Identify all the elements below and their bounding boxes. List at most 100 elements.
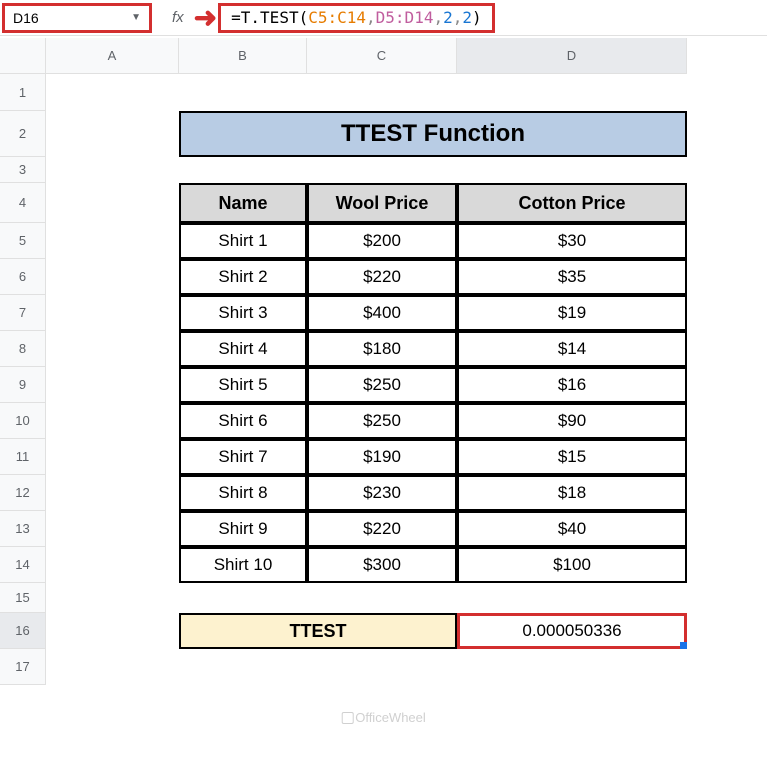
cell-wool[interactable]: $180 — [307, 331, 457, 367]
cell[interactable] — [307, 74, 457, 111]
row-header-3[interactable]: 3 — [0, 157, 46, 183]
cell[interactable] — [307, 583, 457, 613]
cell[interactable] — [46, 649, 179, 685]
row-header-13[interactable]: 13 — [0, 511, 46, 547]
header-name[interactable]: Name — [179, 183, 307, 223]
cell-wool[interactable]: $220 — [307, 511, 457, 547]
row-header-9[interactable]: 9 — [0, 367, 46, 403]
cell[interactable] — [179, 583, 307, 613]
cell[interactable] — [46, 183, 179, 223]
row-header-11[interactable]: 11 — [0, 439, 46, 475]
row-header-17[interactable]: 17 — [0, 649, 46, 685]
cell-wool[interactable]: $250 — [307, 403, 457, 439]
cell[interactable] — [179, 649, 307, 685]
cell-cotton[interactable]: $14 — [457, 331, 687, 367]
cell-cotton[interactable]: $15 — [457, 439, 687, 475]
watermark-text: OfficeWheel — [355, 710, 426, 725]
row-header-2[interactable]: 2 — [0, 111, 46, 157]
cell-name[interactable]: Shirt 2 — [179, 259, 307, 295]
cell-cotton[interactable]: $100 — [457, 547, 687, 583]
cell[interactable] — [46, 439, 179, 475]
row-header-5[interactable]: 5 — [0, 223, 46, 259]
cell[interactable] — [307, 649, 457, 685]
row-header-16[interactable]: 16 — [0, 613, 46, 649]
cell[interactable] — [179, 74, 307, 111]
col-header-A[interactable]: A — [46, 38, 179, 74]
cell-name[interactable]: Shirt 10 — [179, 547, 307, 583]
title-cell[interactable]: TTEST Function — [179, 111, 687, 157]
ttest-label-cell[interactable]: TTEST — [179, 613, 457, 649]
cell[interactable] — [46, 223, 179, 259]
cell[interactable] — [457, 649, 687, 685]
row-header-4[interactable]: 4 — [0, 183, 46, 223]
row-header-14[interactable]: 14 — [0, 547, 46, 583]
formula-text: =T.TEST(C5:C14,D5:D14,2,2) — [231, 8, 482, 27]
cell-cotton[interactable]: $35 — [457, 259, 687, 295]
col-header-C[interactable]: C — [307, 38, 457, 74]
cell[interactable] — [46, 583, 179, 613]
cell-cotton[interactable]: $90 — [457, 403, 687, 439]
cell-cotton[interactable]: $18 — [457, 475, 687, 511]
cell-cotton[interactable]: $30 — [457, 223, 687, 259]
cell-wool[interactable]: $300 — [307, 547, 457, 583]
cell[interactable] — [46, 331, 179, 367]
cell-cotton[interactable]: $16 — [457, 367, 687, 403]
cell-wool[interactable]: $230 — [307, 475, 457, 511]
table-row: Shirt 6 $250 $90 — [46, 403, 687, 439]
cell[interactable] — [46, 157, 179, 183]
table-row: Shirt 1 $200 $30 — [46, 223, 687, 259]
name-box[interactable]: D16 ▼ — [2, 3, 152, 33]
row-header-12[interactable]: 12 — [0, 475, 46, 511]
col-header-B[interactable]: B — [179, 38, 307, 74]
cell-name[interactable]: Shirt 4 — [179, 331, 307, 367]
row-header-10[interactable]: 10 — [0, 403, 46, 439]
cell-wool[interactable]: $190 — [307, 439, 457, 475]
row-headers: 1 2 3 4 5 6 7 8 9 10 11 12 13 14 15 16 1… — [0, 38, 46, 685]
cell[interactable] — [179, 157, 307, 183]
select-all-corner[interactable] — [0, 38, 46, 74]
cell[interactable] — [46, 403, 179, 439]
cell-name[interactable]: Shirt 7 — [179, 439, 307, 475]
cell[interactable] — [457, 583, 687, 613]
cell-wool[interactable]: $220 — [307, 259, 457, 295]
cell-name[interactable]: Shirt 6 — [179, 403, 307, 439]
col-header-D[interactable]: D — [457, 38, 687, 74]
cell[interactable] — [307, 157, 457, 183]
cell[interactable] — [46, 475, 179, 511]
cell[interactable] — [46, 511, 179, 547]
row-header-8[interactable]: 8 — [0, 331, 46, 367]
row-header-6[interactable]: 6 — [0, 259, 46, 295]
cell[interactable] — [457, 74, 687, 111]
table-row — [46, 74, 687, 111]
cell-cotton[interactable]: $19 — [457, 295, 687, 331]
cell[interactable] — [46, 295, 179, 331]
formula-input[interactable]: =T.TEST(C5:C14,D5:D14,2,2) — [218, 3, 495, 33]
cell[interactable] — [46, 111, 179, 157]
cell[interactable] — [46, 613, 179, 649]
cell-wool[interactable]: $400 — [307, 295, 457, 331]
cell-name[interactable]: Shirt 9 — [179, 511, 307, 547]
row-header-15[interactable]: 15 — [0, 583, 46, 613]
cell-wool[interactable]: $200 — [307, 223, 457, 259]
header-cotton[interactable]: Cotton Price — [457, 183, 687, 223]
header-wool[interactable]: Wool Price — [307, 183, 457, 223]
fx-icon: fx — [172, 9, 184, 26]
cell[interactable] — [46, 367, 179, 403]
cell-cotton[interactable]: $40 — [457, 511, 687, 547]
table-row: Shirt 10 $300 $100 — [46, 547, 687, 583]
row-header-7[interactable]: 7 — [0, 295, 46, 331]
cell[interactable] — [46, 74, 179, 111]
cell[interactable] — [457, 157, 687, 183]
cell-wool[interactable]: $250 — [307, 367, 457, 403]
cell-name[interactable]: Shirt 3 — [179, 295, 307, 331]
ttest-result-cell[interactable]: 0.000050336 — [457, 613, 687, 649]
col-headers: A B C D — [46, 38, 687, 74]
cell[interactable] — [46, 259, 179, 295]
cell-name[interactable]: Shirt 8 — [179, 475, 307, 511]
chevron-down-icon[interactable]: ▼ — [131, 12, 141, 23]
cell-name[interactable]: Shirt 1 — [179, 223, 307, 259]
name-box-value: D16 — [13, 10, 39, 26]
row-header-1[interactable]: 1 — [0, 74, 46, 111]
cell-name[interactable]: Shirt 5 — [179, 367, 307, 403]
cell[interactable] — [46, 547, 179, 583]
